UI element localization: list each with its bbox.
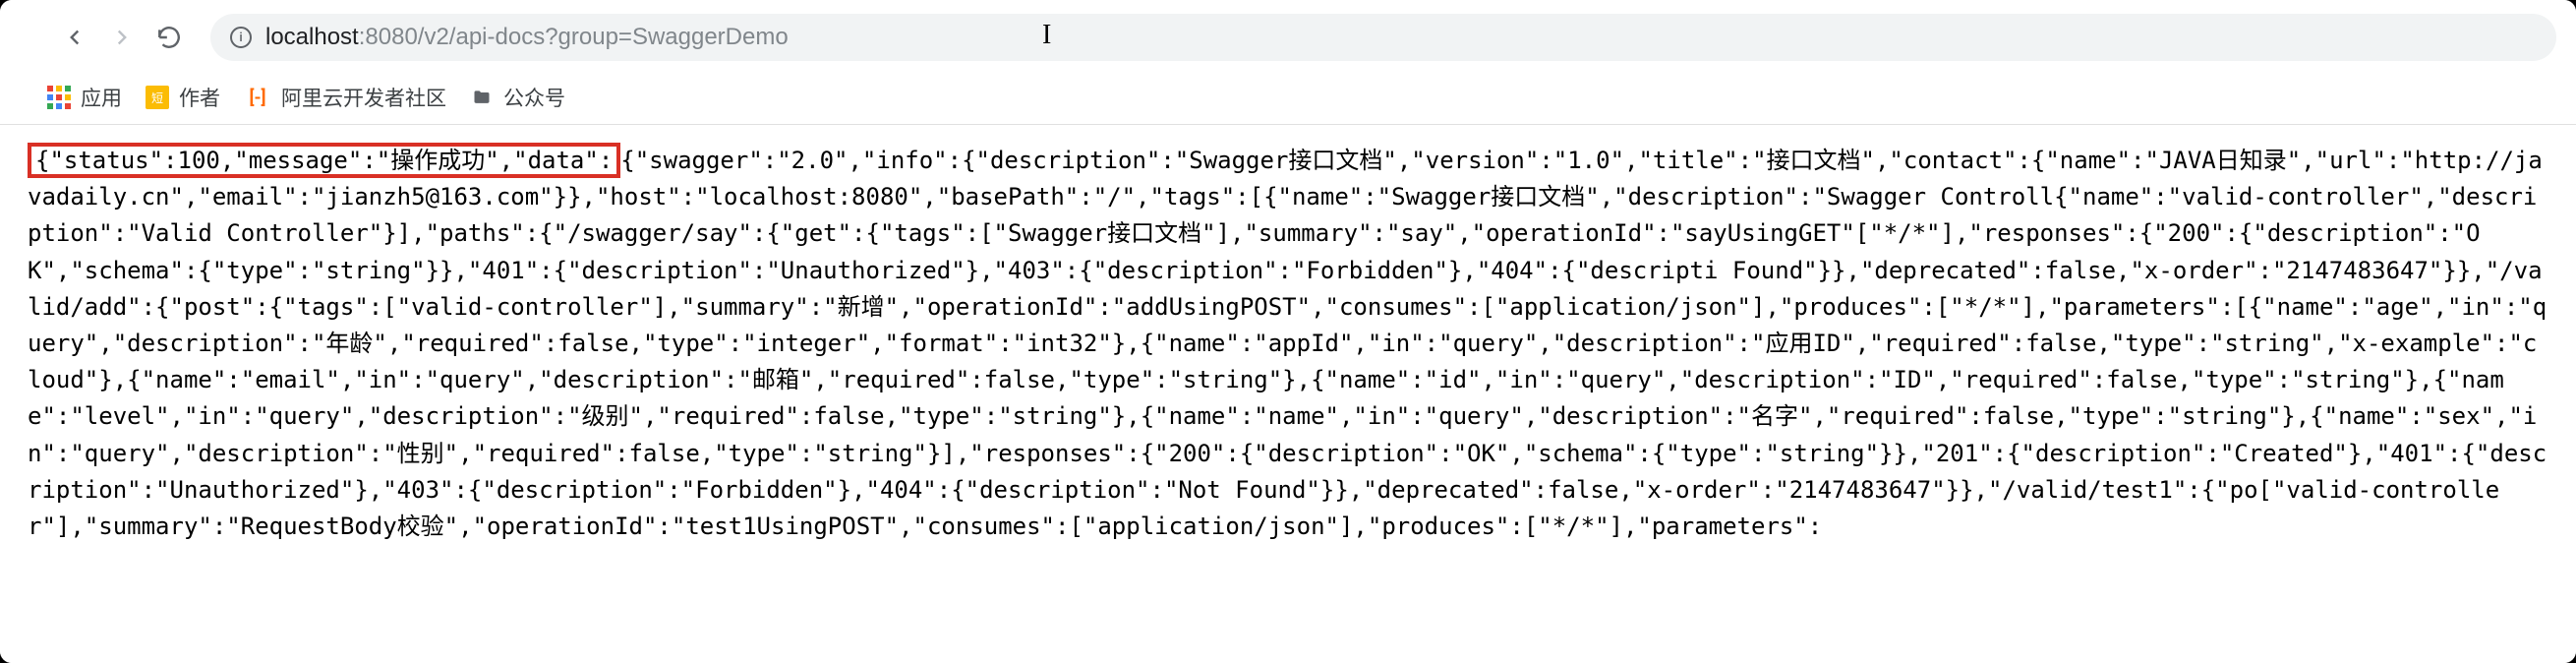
json-rest: {"swagger":"2.0","info":{"description":"… (28, 147, 2547, 540)
apps-shortcut[interactable]: 应用 (47, 83, 122, 112)
bookmark-aliyun[interactable]: [-] 阿里云开发者社区 (244, 83, 446, 112)
reload-button[interactable] (153, 22, 185, 53)
bookmark-aliyun-label: 阿里云开发者社区 (281, 83, 446, 112)
favicon-aliyun-icon: [-] (244, 88, 271, 107)
bookmark-author-label: 作者 (179, 83, 220, 112)
back-button[interactable] (59, 22, 90, 53)
bookmark-gongzhonghao[interactable]: 公众号 (470, 83, 565, 112)
bookmark-author[interactable]: 短 作者 (146, 83, 220, 112)
site-info-icon[interactable]: i (230, 27, 252, 48)
favicon-author-icon: 短 (146, 86, 169, 109)
url-text: localhost:8080/v2/api-docs?group=Swagger… (265, 24, 789, 51)
browser-window: i localhost:8080/v2/api-docs?group=Swagg… (0, 0, 2576, 663)
apps-label: 应用 (81, 83, 122, 112)
text-cursor-icon: I (1042, 20, 1051, 51)
folder-icon (470, 88, 494, 107)
highlighted-json-prefix: {"status":100,"message":"操作成功","data": (28, 143, 620, 178)
bookmark-gongzhonghao-label: 公众号 (503, 83, 565, 112)
address-bar[interactable]: i localhost:8080/v2/api-docs?group=Swagg… (210, 14, 2556, 61)
bookmarks-bar: 应用 短 作者 [-] 阿里云开发者社区 公众号 (0, 73, 2576, 125)
apps-grid-icon (47, 86, 71, 109)
forward-button[interactable] (106, 22, 138, 53)
browser-toolbar: i localhost:8080/v2/api-docs?group=Swagg… (0, 0, 2576, 73)
json-response-body[interactable]: {"status":100,"message":"操作成功","data":{"… (0, 125, 2576, 663)
